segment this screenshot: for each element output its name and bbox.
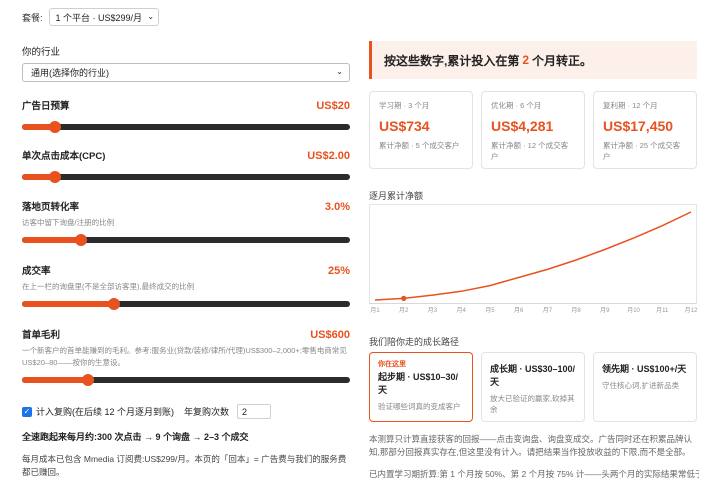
stage-desc: 放大已验证的赢家,砍掉其余 — [490, 394, 575, 414]
slider-thumb[interactable] — [75, 234, 88, 246]
industry-select-value: 通用(选择你的行业) — [31, 68, 109, 78]
stat-card-optimization: 优化期 · 6 个月 US$4,281 累计净额 · 12 个成交客户 — [481, 91, 585, 169]
slider-value: 25% — [327, 265, 350, 277]
slider-thumb[interactable] — [107, 298, 120, 310]
stage-card-growth: 成长期 · US$30–100/天 放大已验证的赢家,砍掉其余 — [481, 352, 585, 422]
slider-value: US$2.00 — [307, 150, 350, 162]
chevron-down-icon: ⌄ — [147, 12, 155, 21]
stat-card-learning: 学习期 · 3 个月 US$734 累计净额 · 5 个成交客户 — [369, 91, 473, 169]
monthly-funnel-summary: 全速跑起来每月约:300 次点击 → 9 个询盘 → 2–3 个成交 — [22, 432, 249, 442]
stage-desc: 验证哪些词真的变成客户 — [378, 402, 461, 411]
growth-path-title: 我们陪你走的成长路径 — [369, 337, 460, 347]
chevron-down-icon: ⌄ — [336, 67, 343, 76]
plan-label: 套餐: — [22, 12, 43, 23]
card-value: US$4,281 — [491, 118, 554, 134]
slider-title: 单次点击成本(CPC) — [22, 151, 106, 162]
repurchase-count-input[interactable]: 2 — [237, 404, 272, 419]
card-value: US$17,450 — [603, 118, 674, 134]
slider-fill — [22, 377, 88, 383]
cpc-slider[interactable] — [22, 171, 350, 183]
stat-card-compound: 复利期 · 12 个月 US$17,450 累计净额 · 25 个成交客户 — [593, 91, 697, 169]
daily-budget-slider[interactable] — [22, 121, 350, 133]
repurchase-label: 计入复购(在后续 12 个月逐月到账) — [36, 407, 175, 417]
slider-description: 在上一栏的询盘里(不是全部访客里),最终成交的比例 — [22, 282, 195, 291]
learning-discount-note: 已内置学习期折算:第 1 个月按 50%、第 2 个月按 75% 计——头两个月… — [369, 469, 699, 478]
repurchase-checkbox[interactable]: ✓ — [22, 406, 32, 417]
methodology-note: 本测算只计算直接获客的回报——点击变询盘、询盘变成交。广告同时还在积累品牌认知,… — [369, 434, 693, 457]
slider-fill — [22, 301, 114, 307]
chart-x-tick-label: 月7 — [543, 307, 553, 314]
landing-conversion-slider-block: 落地页转化率 3.0% 访客中留下询盘/注册的比例 — [22, 199, 350, 246]
slider-thumb[interactable] — [48, 171, 61, 183]
banner-month: 2 — [522, 53, 530, 67]
chart-x-tick-label: 月4 — [457, 307, 467, 314]
card-value: US$734 — [379, 118, 430, 134]
slider-description: 访客中留下询盘/注册的比例 — [22, 218, 115, 227]
chart-x-tick-label: 月9 — [600, 307, 610, 314]
chart-x-tick-label: 月2 — [399, 307, 409, 314]
daily-budget-slider-block: 广告日预算 US$20 — [22, 98, 350, 133]
plan-select[interactable]: 1 个平台 · US$299/月 ⌄ — [48, 8, 160, 26]
card-label: 学习期 · 3 个月 — [379, 101, 430, 110]
slider-title: 首单毛利 — [22, 330, 61, 341]
slider-value: US$600 — [310, 329, 350, 341]
slider-fill — [22, 237, 82, 243]
stage-card-leading: 领先期 · US$100+/天 守住核心词,扩进新品类 — [593, 352, 697, 422]
chart-x-tick-label: 月1 — [370, 307, 380, 314]
banner-prefix: 按这些数字,累计投入在第 — [384, 53, 520, 68]
chart-x-tick-label: 月3 — [428, 307, 438, 314]
card-sub: 累计净额 · 25 个成交客户 — [603, 141, 681, 161]
close-rate-slider-block: 成交率 25% 在上一栏的询盘里(不是全部访客里),最终成交的比例 — [22, 263, 350, 310]
repurchase-row: ✓ 计入复购(在后续 12 个月逐月到账) 年复购次数 2 — [22, 404, 272, 419]
card-label: 优化期 · 6 个月 — [491, 101, 542, 110]
cost-note: 每月成本已包含 Mmedia 订阅费:US$299/月。本页的「回本」= 广告费… — [22, 454, 347, 477]
slider-value: 3.0% — [324, 201, 350, 213]
card-sub: 累计净额 · 5 个成交客户 — [379, 141, 460, 150]
chart-x-tick-label: 月10 — [627, 307, 640, 314]
first-order-margin-slider-block: 首单毛利 US$600 一个新客户的首单能赚到的毛利。参考:服务业(贷款/装修/… — [22, 327, 350, 386]
chart-x-tick-label: 月5 — [485, 307, 495, 314]
cpc-slider-block: 单次点击成本(CPC) US$2.00 — [22, 148, 350, 183]
plan-row: 套餐: 1 个平台 · US$299/月 ⌄ — [22, 8, 160, 26]
slider-thumb[interactable] — [81, 374, 94, 386]
breakeven-banner: 按这些数字,累计投入在第 2 个月转正。 — [369, 41, 697, 79]
slider-title: 成交率 — [22, 266, 51, 277]
banner-suffix: 个月转正。 — [532, 53, 593, 68]
slider-title: 广告日预算 — [22, 101, 70, 112]
slider-title: 落地页转化率 — [22, 202, 80, 213]
plan-select-value: 1 个平台 · US$299/月 — [55, 12, 143, 23]
stage-title: 领先期 · US$100+/天 — [602, 364, 687, 374]
slider-thumb[interactable] — [48, 121, 61, 133]
stage-desc: 守住核心词,扩进新品类 — [602, 381, 680, 390]
card-label: 复利期 · 12 个月 — [603, 101, 658, 110]
chart-breakeven-point — [401, 295, 407, 301]
chart-x-tick-label: 月12 — [685, 307, 697, 314]
chart-series-line — [374, 211, 692, 301]
slider-value: US$20 — [316, 100, 350, 112]
first-order-margin-slider[interactable] — [22, 374, 350, 386]
close-rate-slider[interactable] — [22, 298, 350, 310]
stage-card-startup: 你在这里 起步期 · US$10–30/天 验证哪些词真的变成客户 — [369, 352, 473, 422]
chart-x-tick-label: 月8 — [571, 307, 581, 314]
chart-title: 逐月累计净额 — [369, 191, 424, 201]
landing-conversion-slider[interactable] — [22, 234, 350, 246]
chart-x-tick-label: 月11 — [656, 307, 669, 314]
current-stage-tag: 你在这里 — [378, 361, 406, 368]
industry-label: 你的行业 — [22, 47, 61, 58]
cumulative-net-chart: 月1 月2 月3 月4 月5 月6 月7 月8 月9 月10 月11 月12 — [369, 204, 697, 314]
industry-select[interactable]: 通用(选择你的行业) ⌄ — [22, 63, 350, 82]
repurchase-count-label: 年复购次数 — [184, 407, 230, 417]
chart-x-tick-label: 月6 — [514, 307, 524, 314]
card-sub: 累计净额 · 12 个成交客户 — [491, 141, 569, 161]
stage-title: 起步期 · US$10–30/天 — [378, 372, 459, 395]
slider-description: 一个新客户的首单能赚到的毛利。参考:服务业(贷款/装修/律所/代理)US$300… — [22, 346, 347, 367]
stage-title: 成长期 · US$30–100/天 — [490, 364, 576, 387]
